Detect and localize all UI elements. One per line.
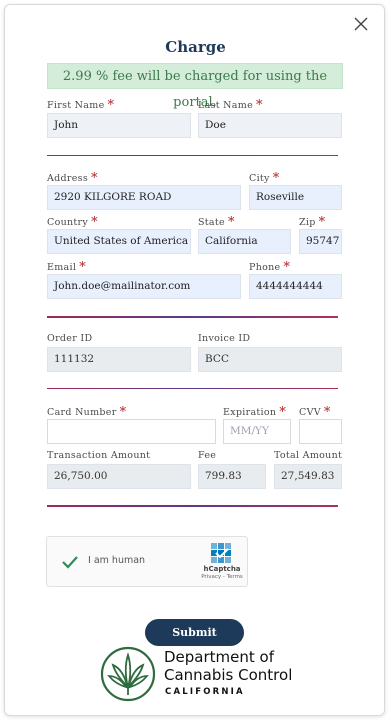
transaction-amount-label: Transaction Amount xyxy=(47,450,151,461)
check-icon[interactable] xyxy=(60,552,80,572)
hcaptcha-logo-icon xyxy=(211,543,231,563)
address-input[interactable]: 2920 KILGORE ROAD xyxy=(47,185,241,210)
order-id-input: 111132 xyxy=(47,347,191,372)
close-icon[interactable] xyxy=(352,15,370,33)
captcha-brand: hCaptcha xyxy=(203,565,241,573)
card-number-label: Card Number * xyxy=(47,405,127,420)
state-select[interactable]: California xyxy=(198,229,291,254)
department-name: Department of Cannabis Control xyxy=(164,648,293,684)
submit-button[interactable]: Submit xyxy=(145,619,244,646)
zip-label: Zip * xyxy=(299,215,326,230)
department-state: CALIFORNIA xyxy=(165,687,245,697)
fee-input: 799.83 xyxy=(198,464,266,489)
section-divider xyxy=(47,155,338,156)
section-divider xyxy=(47,505,338,507)
phone-input[interactable]: 4444444444 xyxy=(249,274,342,299)
fee-notice: 2.99 % fee will be charged for using the… xyxy=(47,63,343,110)
transaction-amount-input: 26,750.00 xyxy=(47,464,191,489)
country-label: Country * xyxy=(47,215,98,230)
invoice-id-input: BCC xyxy=(198,347,342,372)
captcha-links[interactable]: Privacy - Terms xyxy=(198,574,246,580)
order-id-label: Order ID xyxy=(47,333,93,344)
invoice-id-label: Invoice ID xyxy=(198,333,251,344)
email-label: Email * xyxy=(47,260,86,275)
zip-input[interactable]: 95747 xyxy=(299,229,342,254)
cvv-label: CVV * xyxy=(299,405,331,420)
total-amount-input: 27,549.83 xyxy=(274,464,342,489)
expiration-label: Expiration * xyxy=(223,405,287,420)
fee-label: Fee xyxy=(198,450,217,461)
phone-label: Phone * xyxy=(249,260,291,275)
last-name-label: Last Name * xyxy=(198,98,263,113)
state-label: State * xyxy=(198,215,235,230)
email-input[interactable]: John.doe@mailinator.com xyxy=(47,274,241,299)
first-name-input[interactable]: John xyxy=(47,113,191,138)
cvv-input[interactable] xyxy=(299,419,342,444)
card-number-input[interactable] xyxy=(47,419,216,444)
city-input[interactable]: Roseville xyxy=(249,185,342,210)
modal-title: Charge xyxy=(165,38,226,56)
country-select[interactable]: United States of America xyxy=(47,229,191,254)
address-label: Address * xyxy=(47,171,98,186)
captcha-widget[interactable]: I am human hCaptcha Privacy - Terms xyxy=(46,536,248,587)
cannabis-leaf-logo-icon xyxy=(100,646,156,702)
city-label: City * xyxy=(249,171,280,186)
total-amount-label: Total Amount xyxy=(274,450,343,461)
section-divider xyxy=(47,388,338,389)
section-divider xyxy=(47,316,338,318)
captcha-label: I am human xyxy=(88,555,146,566)
last-name-input[interactable]: Doe xyxy=(198,113,342,138)
first-name-label: First Name * xyxy=(47,98,115,113)
expiration-input[interactable]: MM/YY xyxy=(223,419,291,444)
